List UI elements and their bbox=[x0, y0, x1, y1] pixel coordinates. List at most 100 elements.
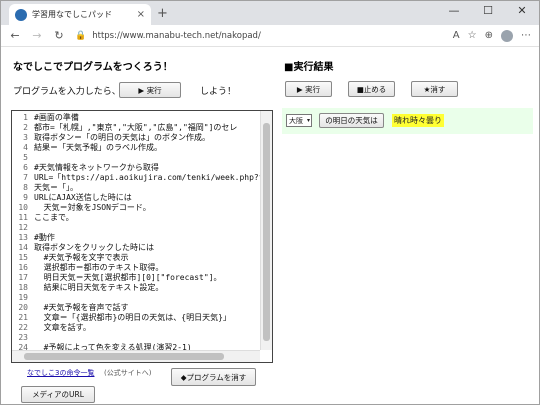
code-text[interactable]: #天気予報を音声で話す bbox=[34, 303, 129, 313]
code-line[interactable]: 20 #天気予報を音声で話す bbox=[12, 303, 260, 313]
chevron-down-icon: ▾ bbox=[306, 117, 310, 124]
tab-close-icon[interactable]: × bbox=[137, 9, 145, 20]
line-number: 4 bbox=[23, 143, 28, 152]
line-number: 13 bbox=[18, 233, 28, 242]
code-text[interactable]: 文章を話す。 bbox=[34, 323, 91, 333]
code-line[interactable]: 1 #画面の準備 bbox=[12, 113, 260, 123]
code-text[interactable]: 取得ボタンをクリックした時には bbox=[34, 243, 154, 253]
code-text[interactable]: #天気情報をネットワークから取得 bbox=[34, 163, 159, 173]
line-number: 23 bbox=[18, 333, 28, 342]
profile-avatar[interactable] bbox=[501, 29, 513, 42]
more-menu-icon[interactable]: ⋯ bbox=[521, 30, 531, 41]
page-title: なでしこでプログラムをつくろう！ bbox=[13, 62, 173, 73]
line-number: 19 bbox=[18, 293, 28, 302]
code-text[interactable]: 結果に明日天気をテキスト設定。 bbox=[34, 283, 164, 293]
code-text[interactable]: #画面の準備 bbox=[34, 113, 79, 123]
line-number: 22 bbox=[18, 323, 28, 332]
line-number: 7 bbox=[23, 173, 28, 182]
line-number: 14 bbox=[18, 243, 28, 252]
media-url-button[interactable]: メディアのURL bbox=[21, 386, 95, 403]
code-line[interactable]: 5 bbox=[12, 153, 260, 163]
code-text[interactable]: 文章＝「{選択都市}の明日の天気は、{明日天気}」 bbox=[34, 313, 231, 323]
clear-button[interactable]: ★消す bbox=[411, 81, 458, 97]
forward-icon[interactable]: → bbox=[31, 29, 43, 42]
code-line[interactable]: 2 都市=「札幌」,"東京","大阪","広島","福岡"]のセレ bbox=[12, 123, 260, 133]
read-aloud-icon[interactable]: A bbox=[453, 30, 460, 41]
result-area: 大阪 ▾ の明日の天気は 晴れ時々曇り bbox=[282, 108, 533, 134]
code-text[interactable]: 天気＝対象をJSONデコード。 bbox=[34, 203, 151, 213]
favorite-star-icon[interactable]: ☆ bbox=[468, 30, 477, 41]
line-number: 16 bbox=[18, 263, 28, 272]
city-select-value: 大阪 bbox=[289, 116, 303, 125]
code-editor[interactable]: 1 #画面の準備 2 都市=「札幌」,"東京","大阪","広島","福岡"]のセレ 3… bbox=[11, 110, 273, 363]
code-line[interactable]: 11 ここまで。 bbox=[12, 213, 260, 223]
vertical-scrollbar[interactable] bbox=[260, 111, 272, 350]
code-lines[interactable]: 1 #画面の準備 2 都市=「札幌」,"東京","大阪","広島","福岡"]のセレ 3… bbox=[12, 111, 260, 350]
code-line[interactable]: 8 天気＝「」。 bbox=[12, 183, 260, 193]
code-line[interactable]: 7 URL=「https://api.aoikujira.com/tenki/we… bbox=[12, 173, 260, 183]
results-title: ■実行結果 bbox=[284, 62, 334, 73]
line-number: 2 bbox=[23, 123, 28, 132]
code-text[interactable]: URLにAJAX送信した時には bbox=[34, 193, 132, 203]
code-line[interactable]: 3 取得ボタン＝「の明日の天気は」のボタン作成。 bbox=[12, 133, 260, 143]
code-line[interactable]: 14 取得ボタンをクリックした時には bbox=[12, 243, 260, 253]
maximize-icon[interactable]: ☐ bbox=[471, 1, 505, 23]
line-number: 20 bbox=[18, 303, 28, 312]
line-number: 3 bbox=[23, 133, 28, 142]
window-controls: — ☐ ✕ bbox=[437, 1, 539, 23]
horizontal-scroll-thumb[interactable] bbox=[24, 353, 224, 360]
code-text[interactable]: URL=「https://api.aoikujira.com/tenki/wee… bbox=[34, 173, 260, 183]
code-line[interactable]: 16 選択都市＝都市のテキスト取得。 bbox=[12, 263, 260, 273]
address-bar[interactable]: 🔒 https://www.manabu-tech.net/nakopad/ bbox=[75, 31, 443, 41]
code-line[interactable]: 24 #予報によって色を変える処理(演習2-1) bbox=[12, 343, 260, 350]
lock-icon: 🔒 bbox=[75, 30, 87, 41]
back-icon[interactable]: ← bbox=[9, 29, 21, 42]
close-window-icon[interactable]: ✕ bbox=[505, 1, 539, 23]
code-text[interactable]: #天気予報を文字で表示 bbox=[34, 253, 129, 263]
code-line[interactable]: 12 bbox=[12, 223, 260, 233]
code-text[interactable]: 取得ボタン＝「の明日の天気は」のボタン作成。 bbox=[34, 133, 210, 143]
code-line[interactable]: 10 天気＝対象をJSONデコード。 bbox=[12, 203, 260, 213]
code-line[interactable]: 19 bbox=[12, 293, 260, 303]
line-number: 6 bbox=[23, 163, 28, 172]
line-number: 9 bbox=[23, 193, 28, 202]
code-line[interactable]: 18 結果に明日天気をテキスト設定。 bbox=[12, 283, 260, 293]
line-number: 12 bbox=[18, 223, 28, 232]
browser-tab[interactable]: 学習用なでしこパッド × bbox=[9, 4, 151, 25]
code-text[interactable]: 選択都市＝都市のテキスト取得。 bbox=[34, 263, 164, 273]
horizontal-scrollbar[interactable] bbox=[12, 350, 260, 362]
new-tab-icon[interactable]: + bbox=[157, 6, 168, 21]
code-text[interactable]: #予報によって色を変える処理(演習2-1) bbox=[34, 343, 192, 350]
city-select[interactable]: 大阪 ▾ bbox=[286, 114, 312, 127]
code-line[interactable]: 21 文章＝「{選択都市}の明日の天気は、{明日天気}」 bbox=[12, 313, 260, 323]
code-text[interactable]: #動作 bbox=[34, 233, 55, 243]
code-text[interactable]: 明日天気＝天気[選択都市][0]["forecast"]。 bbox=[34, 273, 222, 283]
command-list-link[interactable]: なでしこ3の命令一覧 bbox=[27, 368, 94, 378]
result-run-button[interactable]: ▶ 実行 bbox=[285, 81, 332, 97]
minimize-icon[interactable]: — bbox=[437, 1, 471, 23]
get-weather-button[interactable]: の明日の天気は bbox=[319, 113, 384, 128]
code-text[interactable]: 都市=「札幌」,"東京","大阪","広島","福岡"]のセレ bbox=[34, 123, 237, 133]
code-line[interactable]: 22 文章を話す。 bbox=[12, 323, 260, 333]
line-number: 21 bbox=[18, 313, 28, 322]
code-text[interactable]: ここまで。 bbox=[34, 213, 74, 223]
line-number: 15 bbox=[18, 253, 28, 262]
reload-icon[interactable]: ↻ bbox=[53, 29, 65, 42]
url-text[interactable]: https://www.manabu-tech.net/nakopad/ bbox=[92, 31, 261, 41]
code-line[interactable]: 23 bbox=[12, 333, 260, 343]
erase-program-button[interactable]: ◆プログラムを消す bbox=[171, 368, 256, 386]
collections-icon[interactable]: ⊕ bbox=[485, 30, 493, 41]
code-line[interactable]: 15 #天気予報を文字で表示 bbox=[12, 253, 260, 263]
code-line[interactable]: 9 URLにAJAX送信した時には bbox=[12, 193, 260, 203]
code-line[interactable]: 4 結果＝「天気予報」のラベル作成。 bbox=[12, 143, 260, 153]
code-line[interactable]: 6 #天気情報をネットワークから取得 bbox=[12, 163, 260, 173]
line-number: 5 bbox=[23, 153, 28, 162]
code-text[interactable]: 結果＝「天気予報」のラベル作成。 bbox=[34, 143, 162, 153]
vertical-scroll-thumb[interactable] bbox=[263, 123, 270, 341]
code-line[interactable]: 13 #動作 bbox=[12, 233, 260, 243]
stop-button[interactable]: ■止める bbox=[348, 81, 395, 97]
run-button[interactable]: ▶ 実行 bbox=[119, 82, 181, 98]
line-number: 24 bbox=[18, 343, 28, 350]
code-line[interactable]: 17 明日天気＝天気[選択都市][0]["forecast"]。 bbox=[12, 273, 260, 283]
code-text[interactable]: 天気＝「」。 bbox=[34, 183, 78, 193]
